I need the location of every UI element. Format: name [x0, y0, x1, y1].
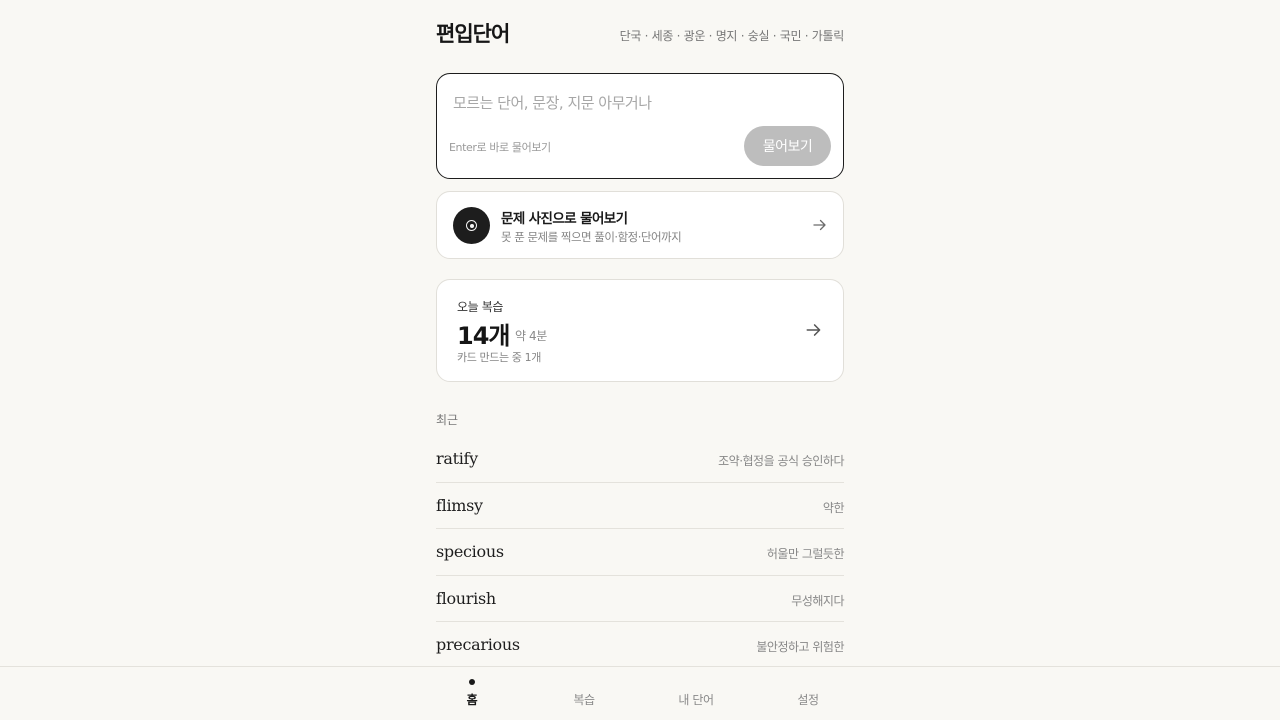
list-item[interactable]: flimsy 약한: [436, 483, 845, 529]
word-english: ratify: [436, 449, 478, 468]
recent-word-list: ratify 조약·협정을 공식 승인하다 flimsy 약한 specious…: [436, 436, 845, 669]
word-english: flourish: [436, 588, 496, 608]
tab-label: 설정: [797, 693, 819, 707]
app-title: 편입단어: [436, 22, 510, 46]
tab-label: 내 단어: [678, 693, 714, 707]
list-item[interactable]: precarious 불안정하고 위험한: [436, 622, 844, 669]
tab-home[interactable]: 홈: [432, 667, 512, 720]
review-label: 오늘 복습: [457, 300, 503, 314]
list-item[interactable]: specious 허울만 그럴듯한: [436, 529, 845, 576]
tab-settings[interactable]: 설정: [768, 667, 848, 720]
review-count: 14개: [457, 322, 510, 350]
review-time: 약 4분: [515, 329, 547, 343]
word-meaning: 불안정하고 위험한: [756, 640, 844, 654]
today-review-card[interactable]: 오늘 복습 14개 약 4분 카드 만드는 중 1개: [436, 279, 844, 382]
ask-box: Enter로 바로 물어보기 물어보기: [436, 73, 844, 179]
review-note: 카드 만드는 중 1개: [457, 351, 541, 364]
word-meaning: 무성해지다: [791, 593, 844, 608]
list-item[interactable]: flourish 무성해지다: [436, 576, 844, 622]
camera-icon: [453, 207, 490, 244]
photo-ask-subtitle: 못 푼 문제를 찍으면 풀이·함정·단어까지: [501, 230, 682, 244]
word-meaning: 약한: [822, 500, 845, 515]
photo-ask-title: 문제 사진으로 물어보기: [501, 211, 628, 227]
word-english: flimsy: [436, 495, 483, 515]
bottom-tab-bar: 홈 복습 내 단어 설정: [0, 666, 1280, 720]
tab-label: 홈: [466, 693, 478, 707]
list-item[interactable]: ratify 조약·협정을 공식 승인하다: [436, 436, 844, 483]
tab-my-words[interactable]: 내 단어: [656, 667, 736, 720]
active-indicator-dot: [469, 679, 475, 685]
header: 편입단어 단국 · 세종 · 광운 · 명지 · 숭실 · 국민 · 가톨릭: [436, 18, 844, 48]
tab-label: 복습: [573, 693, 595, 707]
ask-hint: Enter로 바로 물어보기: [449, 141, 551, 154]
tab-review[interactable]: 복습: [544, 667, 624, 720]
recent-section-label: 최근: [436, 413, 459, 427]
word-meaning: 허울만 그럴듯한: [766, 547, 845, 561]
word-english: specious: [436, 542, 504, 561]
photo-ask-card[interactable]: 문제 사진으로 물어보기 못 푼 문제를 찍으면 풀이·함정·단어까지: [436, 191, 844, 259]
arrow-right-icon: [813, 219, 826, 231]
arrow-right-icon: [806, 324, 821, 336]
word-english: precarious: [436, 635, 520, 654]
school-list: 단국 · 세종 · 광운 · 명지 · 숭실 · 국민 · 가톨릭: [619, 29, 845, 43]
ask-button[interactable]: 물어보기: [744, 126, 831, 166]
word-meaning: 조약·협정을 공식 승인하다: [718, 454, 844, 468]
ask-input[interactable]: [453, 92, 823, 114]
